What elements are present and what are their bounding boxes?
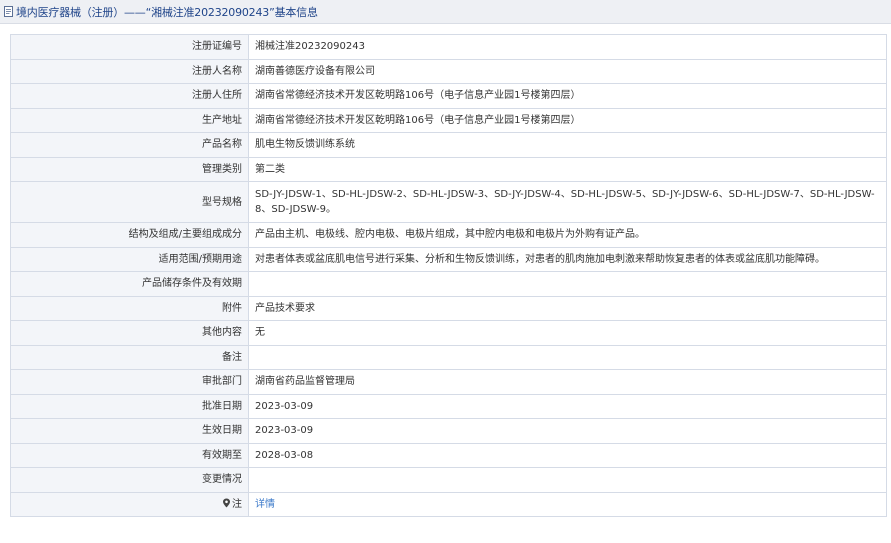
- row-label: 结构及组成/主要组成成分: [10, 222, 249, 248]
- row-label: 产品储存条件及有效期: [10, 271, 249, 297]
- row-value: 2023-03-09: [248, 418, 887, 444]
- registration-info-table: 注册证编号 湘械注准20232090243 注册人名称 湖南善德医疗设备有限公司…: [10, 34, 887, 517]
- table-row: 有效期至 2028-03-08: [10, 442, 887, 468]
- details-link[interactable]: 详情: [255, 499, 275, 510]
- table-row: 注册人住所 湖南省常德经济技术开发区乾明路106号（电子信息产业园1号楼第四层）: [10, 83, 887, 109]
- row-label: 变更情况: [10, 467, 249, 493]
- row-label: 生产地址: [10, 107, 249, 133]
- row-value: [248, 344, 887, 370]
- row-label: 有效期至: [10, 442, 249, 468]
- row-label: 注册人名称: [10, 58, 249, 84]
- table-row: 其他内容 无: [10, 320, 887, 346]
- row-value: 产品由主机、电极线、腔内电极、电极片组成，其中腔内电极和电极片为外购有证产品。: [248, 222, 887, 248]
- page-title-bar: 境内医疗器械（注册）——“湘械注准20232090243”基本信息: [0, 0, 891, 24]
- table-row: 结构及组成/主要组成成分 产品由主机、电极线、腔内电极、电极片组成，其中腔内电极…: [10, 222, 887, 248]
- table-row: 型号规格 SD-JY-JDSW-1、SD-HL-JDSW-2、SD-HL-JDS…: [10, 181, 887, 223]
- row-value: 湖南省常德经济技术开发区乾明路106号（电子信息产业园1号楼第四层）: [248, 83, 887, 109]
- row-label: 注册人住所: [10, 83, 249, 109]
- row-value: 湖南省药品监督管理局: [248, 369, 887, 395]
- table-row: 审批部门 湖南省药品监督管理局: [10, 369, 887, 395]
- row-label: 备注: [10, 344, 249, 370]
- table-row: 生产地址 湖南省常德经济技术开发区乾明路106号（电子信息产业园1号楼第四层）: [10, 107, 887, 133]
- table-row: 注册人名称 湖南善德医疗设备有限公司: [10, 58, 887, 84]
- table-row: 生效日期 2023-03-09: [10, 418, 887, 444]
- row-label: 产品名称: [10, 132, 249, 158]
- row-value: 湘械注准20232090243: [248, 34, 887, 60]
- row-label: 生效日期: [10, 418, 249, 444]
- row-value: 对患者体表或盆底肌电信号进行采集、分析和生物反馈训练，对患者的肌肉施加电刺激来帮…: [248, 246, 887, 272]
- table-row: 产品储存条件及有效期: [10, 271, 887, 297]
- document-icon: [4, 6, 13, 17]
- row-value: 肌电生物反馈训练系统: [248, 132, 887, 158]
- row-value: 湖南省常德经济技术开发区乾明路106号（电子信息产业园1号楼第四层）: [248, 107, 887, 133]
- table-row: 注册证编号 湘械注准20232090243: [10, 34, 887, 60]
- row-label: 其他内容: [10, 320, 249, 346]
- row-value: 产品技术要求: [248, 295, 887, 321]
- row-value: [248, 467, 887, 493]
- row-label: 审批部门: [10, 369, 249, 395]
- row-label: 附件: [10, 295, 249, 321]
- note-row: 注 详情: [10, 491, 887, 517]
- row-label: 管理类别: [10, 156, 249, 182]
- row-value: SD-JY-JDSW-1、SD-HL-JDSW-2、SD-HL-JDSW-3、S…: [248, 181, 887, 223]
- note-label-text: 注: [232, 498, 242, 510]
- table-row: 批准日期 2023-03-09: [10, 393, 887, 419]
- table-row: 适用范围/预期用途 对患者体表或盆底肌电信号进行采集、分析和生物反馈训练，对患者…: [10, 246, 887, 272]
- row-label: 注册证编号: [10, 34, 249, 60]
- row-value: 第二类: [248, 156, 887, 182]
- page-title: 境内医疗器械（注册）——“湘械注准20232090243”基本信息: [16, 5, 318, 19]
- row-value: 2023-03-09: [248, 393, 887, 419]
- note-label: 注: [10, 491, 249, 517]
- row-value: [248, 271, 887, 297]
- table-row: 备注: [10, 344, 887, 370]
- row-label: 适用范围/预期用途: [10, 246, 249, 272]
- row-label: 批准日期: [10, 393, 249, 419]
- row-value: 湖南善德医疗设备有限公司: [248, 58, 887, 84]
- table-row: 管理类别 第二类: [10, 156, 887, 182]
- table-row: 变更情况: [10, 467, 887, 493]
- note-value: 详情: [248, 491, 887, 517]
- table-row: 附件 产品技术要求: [10, 295, 887, 321]
- row-label: 型号规格: [10, 181, 249, 223]
- row-value: 2028-03-08: [248, 442, 887, 468]
- location-pin-icon: [223, 498, 230, 508]
- row-value: 无: [248, 320, 887, 346]
- table-row: 产品名称 肌电生物反馈训练系统: [10, 132, 887, 158]
